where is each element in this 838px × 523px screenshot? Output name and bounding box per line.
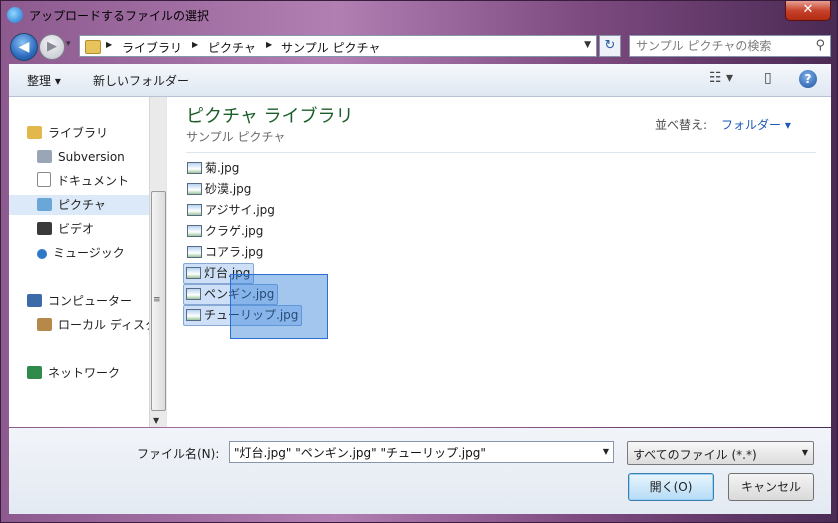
recent-pages-icon[interactable]: ▾ [66, 39, 71, 49]
window-title: アップロードするファイルの選択 [29, 9, 210, 23]
filetype-value: すべてのファイル (*.*) [633, 448, 757, 462]
sort-dropdown[interactable]: フォルダー ▾ [721, 116, 791, 133]
selection-marquee [230, 274, 328, 339]
video-icon [37, 222, 52, 235]
filename-combobox[interactable]: ▼ [229, 441, 614, 463]
open-button[interactable]: 開く(O) [628, 473, 714, 501]
sidebar-item-local-disk[interactable]: ローカル ディスク [37, 315, 167, 335]
sidebar-item-label: ピクチャ [58, 198, 106, 212]
image-file-icon [187, 183, 202, 195]
divider [186, 152, 816, 153]
sidebar-item-label: ミュージック [53, 246, 125, 260]
file-open-dialog: アップロードするファイルの選択 ✕ ◀ ▶ ▾ ▶ ライブラリ ▶ ピクチャ ▶… [0, 0, 838, 523]
sidebar-item-label: Subversion [58, 150, 125, 164]
file-name: 砂漠.jpg [205, 182, 252, 196]
organize-button[interactable]: 整理 ▾ [27, 72, 61, 89]
sidebar-item-computer[interactable]: コンピューター [27, 291, 157, 311]
new-folder-button[interactable]: 新しいフォルダー [93, 72, 189, 89]
search-icon[interactable]: ⚲ [815, 38, 825, 53]
image-file-icon [187, 162, 202, 174]
address-dropdown-icon[interactable]: ▼ [584, 40, 591, 50]
search-input[interactable] [636, 38, 806, 54]
footer-panel: ファイル名(N): ▼ すべてのファイル (*.*) ▼ 開く(O) キャンセル [9, 428, 831, 514]
help-icon[interactable]: ? [799, 70, 817, 88]
sidebar-item-label: ドキュメント [57, 174, 130, 188]
library-subtitle: サンプル ピクチャ [186, 130, 286, 144]
file-list-pane: ピクチャ ライブラリ サンプル ピクチャ 並べ替え: フォルダー ▾ 菊.jpg… [169, 97, 831, 427]
breadcrumb-pictures[interactable]: ピクチャ [208, 39, 256, 56]
sidebar-item-pictures[interactable]: ピクチャ [9, 195, 149, 215]
sidebar-item-library[interactable]: ライブラリ [27, 123, 157, 143]
list-item[interactable]: コアラ.jpg [185, 243, 266, 262]
pane-splitter[interactable] [166, 97, 167, 427]
breadcrumb-sample-pictures[interactable]: サンプル ピクチャ [281, 39, 380, 56]
folder-icon [85, 40, 101, 54]
file-name: 菊.jpg [205, 161, 240, 175]
title-bar[interactable]: アップロードするファイルの選択 ✕ [1, 1, 837, 29]
close-button[interactable]: ✕ [785, 1, 831, 21]
sidebar-item-videos[interactable]: ビデオ [37, 219, 167, 239]
library-icon [27, 126, 42, 139]
scroll-down-icon[interactable]: ▼ [153, 416, 159, 425]
image-file-icon [187, 204, 202, 216]
refresh-button[interactable]: ↻ [599, 35, 621, 57]
list-item[interactable]: 砂漠.jpg [185, 180, 254, 199]
search-box[interactable]: ⚲ [629, 35, 831, 57]
image-file-icon [187, 225, 202, 237]
sidebar-item-label: コンピューター [48, 294, 133, 308]
disk-icon [37, 318, 52, 331]
network-icon [27, 366, 42, 379]
file-name: コアラ.jpg [205, 245, 264, 259]
cancel-button[interactable]: キャンセル [728, 473, 814, 501]
sort-label: 並べ替え: [655, 118, 708, 132]
navigation-pane: ライブラリ Subversion ドキュメント ピクチャ ビデオ ミュージック … [9, 97, 157, 427]
image-file-icon [186, 267, 201, 279]
sidebar-item-label: ビデオ [58, 222, 95, 236]
file-name: アジサイ.jpg [205, 203, 275, 217]
sidebar-item-label: ネットワーク [48, 366, 121, 380]
sidebar-item-documents[interactable]: ドキュメント [37, 171, 167, 191]
preview-pane-icon[interactable]: ▯ [764, 70, 772, 86]
grip-icon: ≡ [153, 295, 161, 305]
image-file-icon [187, 246, 202, 258]
chevron-right-icon[interactable]: ▶ [266, 40, 272, 49]
sidebar-item-network[interactable]: ネットワーク [27, 363, 157, 383]
navigation-row: ◀ ▶ ▾ ▶ ライブラリ ▶ ピクチャ ▶ サンプル ピクチャ ▼ ↻ ⚲ [1, 29, 837, 63]
forward-button[interactable]: ▶ [39, 34, 65, 60]
computer-icon [27, 294, 42, 307]
content-area: ライブラリ Subversion ドキュメント ピクチャ ビデオ ミュージック … [9, 97, 831, 427]
list-item[interactable]: アジサイ.jpg [185, 201, 278, 220]
ie-icon [7, 7, 23, 23]
view-options-icon[interactable]: ☷ ▾ [709, 70, 733, 86]
command-bar: 整理 ▾ 新しいフォルダー ☷ ▾ ▯ ? [9, 64, 831, 97]
filetype-select[interactable]: すべてのファイル (*.*) ▼ [627, 441, 814, 465]
list-item[interactable]: クラゲ.jpg [185, 222, 266, 241]
document-icon [37, 172, 51, 187]
music-icon [37, 249, 47, 259]
filename-label: ファイル名(N): [137, 447, 220, 461]
filename-input[interactable] [234, 444, 589, 460]
chevron-right-icon[interactable]: ▶ [106, 40, 112, 49]
sidebar-item-label: ローカル ディスク [58, 318, 157, 332]
sidebar-item-label: ライブラリ [48, 126, 109, 140]
picture-icon [37, 198, 52, 211]
back-button[interactable]: ◀ [10, 33, 38, 61]
sidebar-item-subversion[interactable]: Subversion [37, 147, 167, 167]
image-file-icon [186, 309, 201, 321]
navigation-scrollbar[interactable]: ≡ ▼ [149, 97, 166, 427]
sidebar-item-music[interactable]: ミュージック [37, 243, 167, 263]
chevron-down-icon: ▼ [801, 448, 808, 457]
list-item[interactable]: 菊.jpg [185, 159, 242, 178]
breadcrumb-library[interactable]: ライブラリ [122, 39, 182, 56]
library-title: ピクチャ ライブラリ [186, 106, 354, 127]
address-bar[interactable]: ▶ ライブラリ ▶ ピクチャ ▶ サンプル ピクチャ ▼ [79, 35, 597, 57]
subversion-icon [37, 150, 52, 163]
chevron-right-icon[interactable]: ▶ [192, 40, 198, 49]
image-file-icon [186, 288, 201, 300]
file-name: クラゲ.jpg [205, 224, 264, 238]
chevron-down-icon[interactable]: ▼ [603, 447, 609, 456]
